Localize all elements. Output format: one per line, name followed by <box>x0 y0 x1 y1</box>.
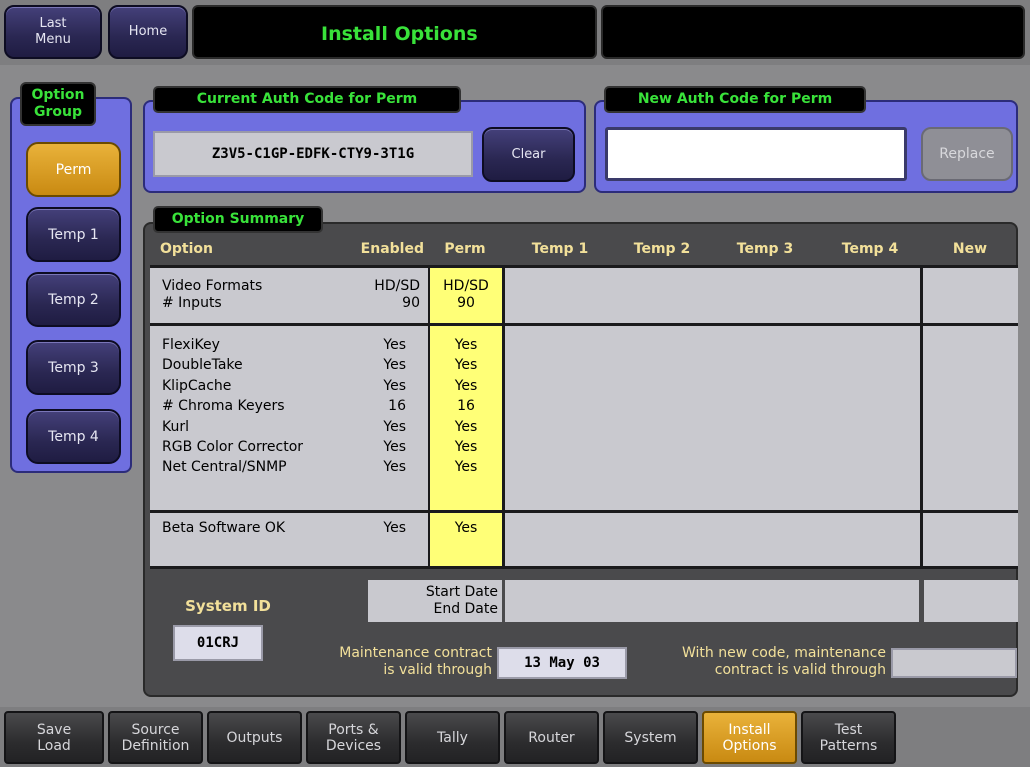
tab-label-line: Devices <box>325 737 382 754</box>
current-auth-label-text: Current Auth Code for Perm <box>196 91 418 107</box>
tab-tally[interactable]: Tally <box>405 711 500 764</box>
maintenance-date: 13 May 03 <box>497 647 627 679</box>
home-label: Home <box>128 24 168 39</box>
clear-label: Clear <box>511 146 546 162</box>
tab-label-line: Options <box>722 737 777 754</box>
tab-label-line: Ports & <box>328 721 379 738</box>
table-divider <box>150 323 1018 326</box>
current-auth-code-text: Z3V5-C1GP-EDFK-CTY9-3T1G <box>211 146 415 162</box>
last-menu-label-line1: Last <box>39 16 67 31</box>
col-header-option: Option <box>160 241 213 257</box>
col-header-temp3: Temp 3 <box>736 241 794 257</box>
tab-label-line: Test <box>834 721 863 738</box>
last-menu-button[interactable]: Last Menu <box>4 5 102 59</box>
table-divider <box>428 265 430 568</box>
dates-new-cell <box>924 580 1018 622</box>
tab-outputs[interactable]: Outputs <box>207 711 302 764</box>
col-header-enabled: Enabled <box>360 241 424 257</box>
tab-label-line: Router <box>528 729 575 746</box>
new-maintenance-date <box>891 648 1017 678</box>
col-header-temp2: Temp 2 <box>633 241 691 257</box>
col-header-perm: Perm <box>444 241 486 257</box>
maintenance-date-text: 13 May 03 <box>524 655 600 671</box>
tab-install-options[interactable]: Install Options <box>702 711 797 764</box>
option-group-temp3-label: Temp 3 <box>48 359 99 376</box>
clear-button[interactable]: Clear <box>482 127 575 182</box>
table-row-enabled-values: HD/SD 90 <box>374 278 420 311</box>
option-group-perm-button[interactable]: Perm <box>26 142 121 197</box>
dates-values-cell <box>505 580 919 622</box>
table-divider <box>150 510 1018 513</box>
table-row-enabled-values: Yes <box>383 520 406 536</box>
current-auth-label: Current Auth Code for Perm <box>153 86 461 113</box>
col-header-temp4: Temp 4 <box>841 241 899 257</box>
tab-label-line: Definition <box>121 737 190 754</box>
home-button[interactable]: Home <box>108 5 188 59</box>
new-auth-code-input[interactable] <box>605 127 907 181</box>
replace-button[interactable]: Replace <box>921 127 1013 181</box>
option-group-temp2-label: Temp 2 <box>48 291 99 308</box>
col-header-new: New <box>952 241 988 257</box>
status-panel <box>601 5 1025 59</box>
tab-test-patterns[interactable]: Test Patterns <box>801 711 896 764</box>
option-group-temp2-button[interactable]: Temp 2 <box>26 272 121 327</box>
option-group-label: Option Group <box>20 82 96 126</box>
table-row-perm-values: Yes <box>454 520 478 536</box>
tab-label-line: Save <box>36 721 72 738</box>
tab-label-line: Patterns <box>819 737 878 754</box>
system-id-label: System ID <box>185 597 271 615</box>
table-row-perm-values: HD/SD 90 <box>443 278 489 311</box>
table-divider <box>502 265 505 568</box>
table-row-enabled-values: Yes Yes Yes 16 Yes Yes Yes <box>383 337 406 476</box>
option-group-label-line2: Group <box>33 104 82 120</box>
dates-label: Start Date End Date <box>425 584 498 617</box>
page-title-panel: Install Options <box>192 5 597 59</box>
table-divider <box>150 265 1018 268</box>
system-id-text: 01CRJ <box>196 635 240 651</box>
option-group-perm-label: Perm <box>55 161 92 178</box>
option-group-temp4-button[interactable]: Temp 4 <box>26 409 121 464</box>
tab-label-line: Outputs <box>226 729 283 746</box>
maintenance-label: Maintenance contract is valid through <box>339 645 492 678</box>
option-group-temp1-label: Temp 1 <box>48 226 99 243</box>
table-row-perm-values: Yes Yes Yes 16 Yes Yes Yes <box>454 337 478 476</box>
tab-label-line: Install <box>728 721 771 738</box>
current-auth-code: Z3V5-C1GP-EDFK-CTY9-3T1G <box>153 131 473 177</box>
table-row-option-names: Video Formats # Inputs <box>162 278 263 311</box>
page-title: Install Options <box>321 23 478 45</box>
option-group-temp3-button[interactable]: Temp 3 <box>26 340 121 395</box>
new-auth-label: New Auth Code for Perm <box>604 86 866 113</box>
tab-label-line: Load <box>37 737 71 754</box>
new-auth-label-text: New Auth Code for Perm <box>637 91 833 107</box>
last-menu-label-line2: Menu <box>35 32 71 47</box>
tab-save-load[interactable]: Save Load <box>4 711 104 764</box>
option-summary-label-text: Option Summary <box>171 211 305 227</box>
tab-router[interactable]: Router <box>504 711 599 764</box>
table-divider <box>920 265 923 568</box>
system-id-value: 01CRJ <box>173 625 263 661</box>
option-group-temp1-button[interactable]: Temp 1 <box>26 207 121 262</box>
table-divider <box>150 566 1018 569</box>
option-summary-label: Option Summary <box>153 206 323 233</box>
tab-label-line: Source <box>131 721 180 738</box>
tab-system[interactable]: System <box>603 711 698 764</box>
tab-source-definition[interactable]: Source Definition <box>108 711 203 764</box>
new-maintenance-label: With new code, maintenance contract is v… <box>681 645 886 678</box>
tab-label-line: Tally <box>437 729 468 746</box>
tab-ports-devices[interactable]: Ports & Devices <box>306 711 401 764</box>
replace-label: Replace <box>939 146 995 162</box>
tab-label-line: System <box>624 729 677 746</box>
option-group-label-line1: Option <box>31 87 85 103</box>
col-header-temp1: Temp 1 <box>531 241 589 257</box>
option-group-temp4-label: Temp 4 <box>48 428 99 445</box>
